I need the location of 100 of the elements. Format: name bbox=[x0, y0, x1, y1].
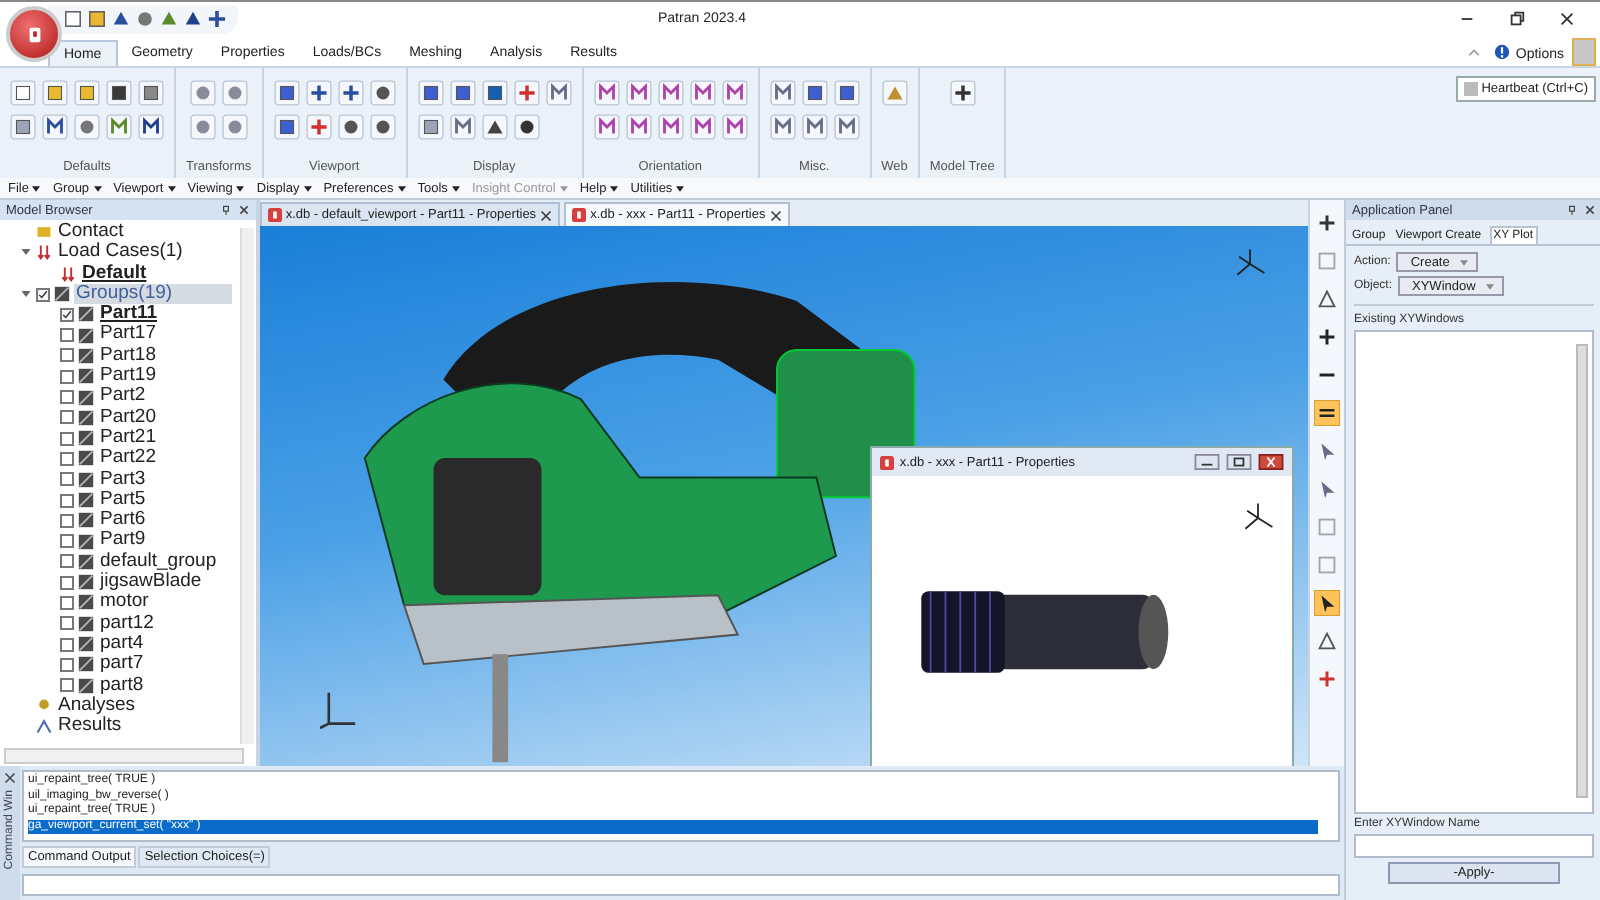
group-icon bbox=[78, 409, 94, 426]
checkbox[interactable] bbox=[60, 493, 74, 507]
group-icon bbox=[78, 615, 94, 632]
checkbox[interactable] bbox=[60, 369, 74, 384]
move-icon[interactable] bbox=[305, 80, 332, 106]
checkbox[interactable] bbox=[60, 554, 74, 569]
command-input-field[interactable] bbox=[22, 874, 1340, 896]
tree-item[interactable]: Part20 bbox=[98, 407, 158, 428]
triangle-icon[interactable] bbox=[481, 114, 508, 140]
group-icon bbox=[78, 512, 94, 529]
tree-item[interactable]: Part17 bbox=[98, 324, 158, 346]
close-icon[interactable] bbox=[4, 772, 16, 784]
expand-caret-icon[interactable] bbox=[20, 246, 32, 259]
scrollbar[interactable] bbox=[1576, 344, 1588, 798]
checkbox[interactable] bbox=[36, 287, 50, 302]
cube-icon[interactable] bbox=[481, 80, 508, 106]
pointer-icon[interactable] bbox=[1314, 590, 1341, 616]
cube-icon[interactable] bbox=[833, 80, 860, 106]
tree-item[interactable]: Default bbox=[80, 263, 149, 284]
tree-item[interactable]: Part6 bbox=[98, 510, 148, 531]
checkbox[interactable] bbox=[60, 410, 74, 425]
close-icon[interactable] bbox=[1558, 10, 1576, 28]
close-icon[interactable] bbox=[1257, 454, 1284, 470]
caret-icon bbox=[559, 185, 568, 191]
caret-icon bbox=[1459, 259, 1468, 265]
tree-item[interactable]: part4 bbox=[98, 633, 146, 655]
logo-icon bbox=[267, 208, 282, 222]
page-icon[interactable] bbox=[64, 10, 82, 28]
maximize-icon[interactable] bbox=[1225, 454, 1252, 470]
color-swatch[interactable] bbox=[1572, 38, 1596, 66]
checkbox[interactable] bbox=[60, 307, 74, 322]
caret-icon bbox=[397, 185, 406, 191]
cube-icon[interactable] bbox=[801, 80, 828, 106]
tree-item[interactable]: jigsawBlade bbox=[98, 572, 204, 593]
group-icon bbox=[78, 368, 94, 385]
pin-icon[interactable] bbox=[219, 204, 232, 216]
expand-caret-icon[interactable] bbox=[20, 288, 32, 301]
tree-item[interactable]: part12 bbox=[98, 613, 156, 634]
close-icon[interactable] bbox=[540, 209, 553, 221]
group-icon bbox=[78, 636, 94, 653]
help-icon[interactable] bbox=[1493, 44, 1510, 60]
checkbox[interactable] bbox=[60, 431, 74, 446]
tree-item[interactable]: Load Cases(1) bbox=[56, 242, 185, 264]
checkbox[interactable] bbox=[60, 472, 74, 487]
page-icon[interactable] bbox=[10, 80, 36, 106]
group-icon bbox=[78, 574, 94, 591]
cube-icon[interactable] bbox=[273, 80, 300, 106]
tree-item[interactable]: Part3 bbox=[98, 469, 148, 490]
outline-icon[interactable] bbox=[1314, 628, 1341, 654]
move-icon[interactable] bbox=[208, 10, 226, 28]
checkbox[interactable] bbox=[60, 534, 74, 549]
move-icon[interactable] bbox=[337, 80, 364, 106]
tree-item[interactable]: Results bbox=[56, 716, 124, 737]
arrows-icon bbox=[36, 244, 52, 261]
tree-item[interactable]: Analyses bbox=[56, 695, 138, 717]
tree-item[interactable]: Part11 bbox=[98, 304, 160, 325]
tree-item[interactable]: part8 bbox=[98, 675, 146, 696]
name-input-field[interactable] bbox=[1354, 834, 1594, 858]
checkbox[interactable] bbox=[60, 451, 74, 466]
scrollbar[interactable] bbox=[4, 748, 244, 764]
checkbox[interactable] bbox=[60, 616, 74, 631]
tree-item[interactable]: Part9 bbox=[98, 530, 148, 552]
cube-icon[interactable] bbox=[417, 80, 444, 106]
tree-item[interactable]: Part21 bbox=[98, 427, 158, 449]
checkbox[interactable] bbox=[60, 678, 74, 693]
tree-item[interactable]: part7 bbox=[98, 654, 146, 676]
checkbox[interactable] bbox=[60, 575, 74, 590]
tree-item[interactable]: Part22 bbox=[98, 448, 158, 470]
minimize-icon[interactable] bbox=[1193, 454, 1220, 470]
cube-icon[interactable] bbox=[449, 80, 476, 106]
restore-icon[interactable] bbox=[1508, 10, 1526, 28]
checkbox[interactable] bbox=[60, 390, 74, 405]
cube-icon[interactable] bbox=[273, 114, 300, 140]
tree-item[interactable]: Part5 bbox=[98, 489, 148, 511]
logo-icon bbox=[879, 455, 894, 469]
checkbox[interactable] bbox=[60, 513, 74, 528]
checkbox[interactable] bbox=[60, 328, 74, 343]
pin-icon[interactable] bbox=[1566, 204, 1578, 216]
tree-item[interactable]: Groups(19) bbox=[74, 283, 233, 305]
scrollbar[interactable] bbox=[239, 228, 254, 744]
group-icon bbox=[78, 533, 94, 550]
close-icon[interactable] bbox=[1584, 204, 1596, 216]
tree-item[interactable]: motor bbox=[98, 592, 151, 614]
checkbox[interactable] bbox=[60, 657, 74, 672]
group-icon bbox=[78, 430, 94, 447]
group-icon bbox=[78, 471, 94, 488]
equals-icon[interactable] bbox=[1314, 400, 1341, 426]
close-icon[interactable] bbox=[237, 204, 250, 216]
caret-icon bbox=[303, 185, 312, 191]
checkbox[interactable] bbox=[60, 595, 74, 610]
checkbox[interactable] bbox=[60, 348, 74, 363]
tree-item[interactable]: Part19 bbox=[98, 366, 158, 387]
caret-icon[interactable] bbox=[1465, 44, 1482, 60]
tree-item[interactable]: Part18 bbox=[98, 345, 158, 367]
close-icon[interactable] bbox=[769, 209, 782, 221]
checkbox[interactable] bbox=[60, 637, 74, 652]
outline-icon[interactable] bbox=[1314, 286, 1341, 312]
tree-item[interactable]: Contact bbox=[56, 222, 126, 243]
tree-item[interactable]: default_group bbox=[98, 551, 219, 573]
tree-item[interactable]: Part2 bbox=[98, 386, 148, 408]
